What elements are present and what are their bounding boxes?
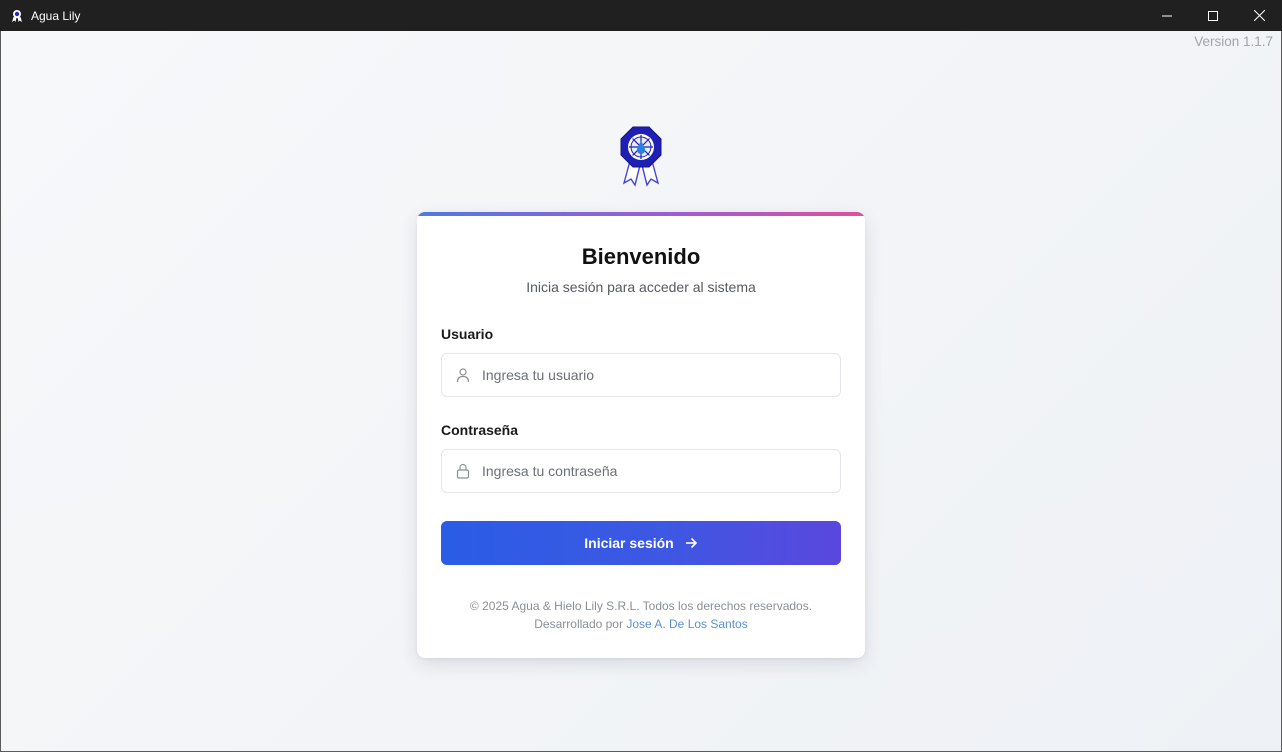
maximize-button[interactable] xyxy=(1190,0,1236,31)
window-title: Agua Lily xyxy=(31,8,81,23)
username-input[interactable] xyxy=(482,367,840,383)
user-icon xyxy=(454,366,472,384)
login-card: Bienvenido Inicia sesión para acceder al… xyxy=(417,212,865,658)
window-controls xyxy=(1144,0,1282,31)
copyright-text: © 2025 Agua & Hielo Lily S.R.L. Todos lo… xyxy=(469,599,813,613)
developed-by-text: Desarrollado por xyxy=(534,617,623,631)
username-field[interactable] xyxy=(441,353,841,397)
close-button[interactable] xyxy=(1236,0,1282,31)
app-icon xyxy=(9,8,25,24)
developer-credit: Desarrollado por Jose A. De Los Santos xyxy=(417,617,865,631)
login-button[interactable]: Iniciar sesión xyxy=(441,521,841,565)
password-label: Contraseña xyxy=(441,422,519,438)
lock-icon xyxy=(454,462,472,480)
arrow-right-icon xyxy=(684,536,698,550)
agua-lily-logo xyxy=(613,125,669,189)
window-titlebar[interactable]: Agua Lily xyxy=(0,0,1282,31)
version-label: Version 1.1.7 xyxy=(1194,34,1273,49)
window-border-left xyxy=(0,31,1,752)
maximize-icon xyxy=(1208,10,1218,21)
password-input[interactable] xyxy=(482,463,840,479)
login-screen: Version 1.1.7 Bienvenido Inicia sesión p… xyxy=(1,31,1281,751)
developer-link[interactable]: Jose A. De Los Santos xyxy=(626,617,747,631)
welcome-title: Bienvenido xyxy=(581,244,701,269)
minimize-icon xyxy=(1162,15,1172,16)
card-accent-bar xyxy=(417,212,865,216)
close-icon xyxy=(1253,10,1265,21)
minimize-button[interactable] xyxy=(1144,0,1190,31)
username-label: Usuario xyxy=(441,326,494,342)
welcome-subtitle: Inicia sesión para acceder al sistema xyxy=(526,279,756,295)
password-field[interactable] xyxy=(441,449,841,493)
login-button-label: Iniciar sesión xyxy=(584,535,674,551)
